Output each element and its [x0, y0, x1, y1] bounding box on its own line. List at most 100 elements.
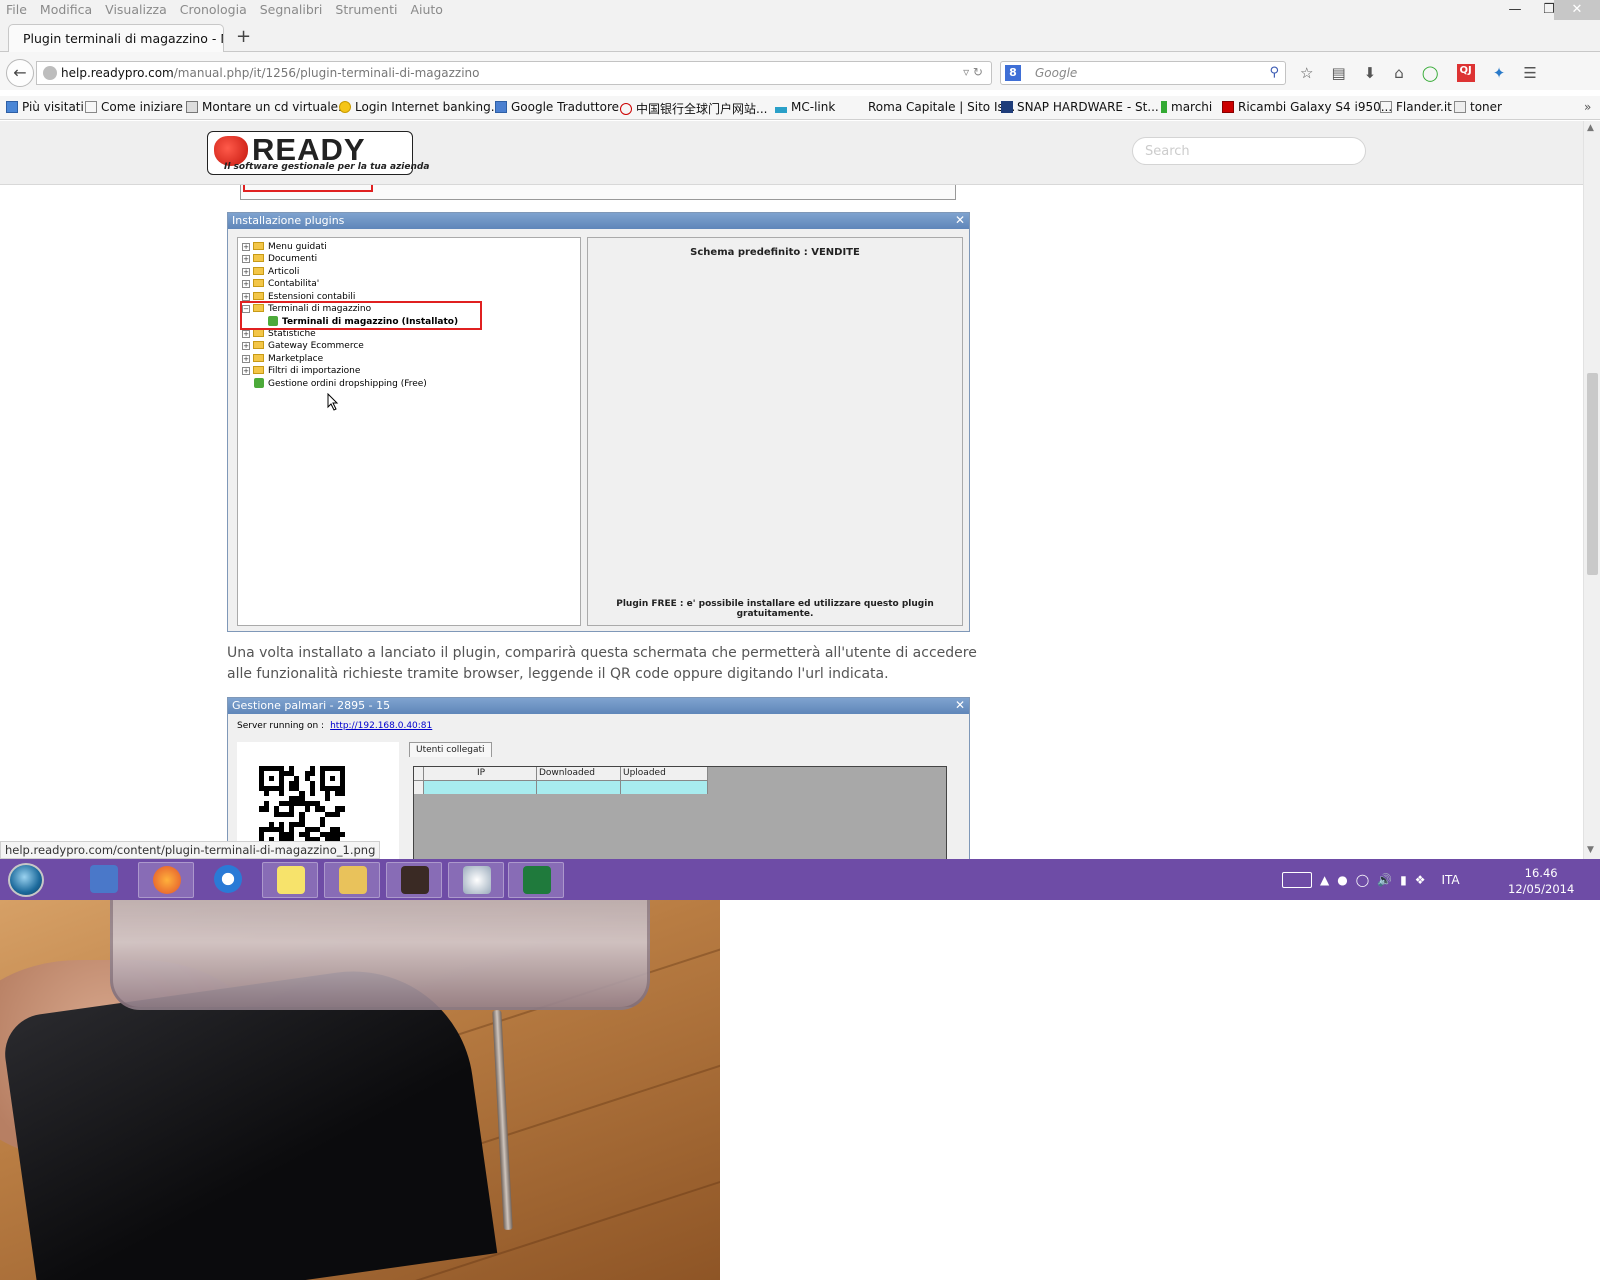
folder-icon — [253, 242, 264, 250]
column-header-downloaded[interactable]: Downloaded — [537, 767, 621, 780]
firefox-icon — [153, 866, 181, 894]
instruction-paragraph: Una volta installato a lanciato il plugi… — [227, 645, 977, 682]
system-clock[interactable]: 16.46 12/05/2014 — [1508, 865, 1574, 897]
close-window-button[interactable]: ✕ — [1554, 0, 1600, 20]
language-indicator[interactable]: ITA — [1441, 873, 1459, 887]
tree-node[interactable]: + Articoli — [242, 267, 299, 277]
network-icon[interactable]: ◯ — [1356, 873, 1369, 887]
green-circle-icon[interactable]: ◯ — [1422, 64, 1439, 82]
taskbar-app-excel[interactable] — [508, 862, 564, 898]
dialog-title: Installazione plugins ✕ — [228, 213, 969, 229]
column-header-ip[interactable]: IP — [424, 767, 537, 780]
url-bar[interactable]: help.readypro.com/manual.php/it/1256/plu… — [36, 61, 992, 85]
signal-icon[interactable]: ▮ — [1400, 873, 1407, 887]
bookmark-item[interactable]: Flander.it — [1380, 100, 1452, 114]
tab-utenti-collegati[interactable]: Utenti collegati — [409, 742, 492, 757]
ready-logo[interactable]: READY Il software gestionale per la tua … — [207, 131, 429, 175]
close-icon[interactable]: ✕ — [955, 213, 965, 227]
menu-segnalibri[interactable]: Segnalibri — [260, 2, 323, 17]
installazione-plugins-dialog: Installazione plugins ✕ + Menu guidati + D… — [227, 212, 970, 632]
search-bar[interactable]: 8 Google ⚲ — [1000, 61, 1286, 85]
bookmark-item[interactable]: Montare un cd virtuale... — [186, 100, 349, 114]
reading-list-icon[interactable]: ▤ — [1331, 64, 1345, 82]
bookmark-item[interactable]: MC-link — [775, 100, 835, 114]
taskbar-app-explorer[interactable] — [324, 862, 380, 898]
search-placeholder: Google — [1035, 66, 1078, 80]
tray-expand-icon[interactable]: ▲ — [1320, 873, 1329, 887]
bird-icon[interactable]: ✦ — [1493, 64, 1506, 82]
bookmark-item[interactable]: SNAP HARDWARE - St... — [1001, 100, 1159, 114]
tab-active[interactable]: Plugin terminali di magazzino - M... — [8, 24, 224, 53]
scroll-down-icon[interactable]: ▼ — [1587, 845, 1594, 855]
tree-node[interactable]: + Gateway Ecommerce — [242, 341, 364, 351]
menu-file[interactable]: File — [6, 2, 27, 17]
menu-cronologia[interactable]: Cronologia — [180, 2, 247, 17]
tree-node[interactable]: Gestione ordini dropshipping (Free) — [254, 378, 427, 389]
back-arrow-icon[interactable]: ← — [6, 59, 34, 87]
tree-node[interactable]: + Marketplace — [242, 354, 323, 364]
tree-node[interactable]: + Documenti — [242, 254, 317, 264]
taskbar-app-photo[interactable] — [386, 862, 442, 898]
folder-icon — [253, 292, 264, 300]
new-tab-icon[interactable]: + — [236, 26, 251, 47]
bookmark-item[interactable]: Più visitati — [6, 100, 84, 114]
download-icon[interactable]: ⬇ — [1364, 64, 1377, 82]
bookmarks-overflow-icon[interactable]: » — [1584, 100, 1591, 114]
keyboard-icon[interactable] — [1282, 871, 1312, 888]
close-icon[interactable]: ✕ — [955, 698, 965, 712]
folder-icon — [253, 279, 264, 287]
star-icon[interactable]: ☆ — [1300, 64, 1313, 82]
taskbar-app-remote-desktop[interactable] — [76, 862, 132, 898]
home-icon[interactable]: ⌂ — [1394, 64, 1404, 82]
tree-node[interactable]: + Contabilita' — [242, 279, 319, 289]
dropbox-icon[interactable]: ❖ — [1415, 873, 1426, 887]
tree-node[interactable]: + Filtri di importazione — [242, 366, 360, 376]
menu-visualizza[interactable]: Visualizza — [105, 2, 167, 17]
expand-icon: + — [242, 280, 250, 288]
bookmark-item[interactable]: Roma Capitale | Sito Is... — [868, 100, 1015, 114]
server-url-link[interactable]: http://192.168.0.40:81 — [330, 721, 432, 731]
menu-modifica[interactable]: Modifica — [40, 2, 92, 17]
search-icon[interactable]: ⚲ — [1269, 65, 1279, 80]
menu-strumenti[interactable]: Strumenti — [335, 2, 397, 17]
bookmark-item[interactable]: marchi — [1161, 100, 1212, 114]
reload-icon[interactable]: ▿ ↻ — [963, 65, 983, 79]
google-icon[interactable]: 8 — [1005, 65, 1021, 81]
sticky-notes-icon — [277, 866, 305, 894]
plugin-tree[interactable]: + Menu guidati + Documenti + Articoli + Cont… — [237, 237, 581, 626]
table-row[interactable] — [414, 781, 708, 794]
column-header-uploaded[interactable]: Uploaded — [621, 767, 708, 780]
taskbar-app-notes[interactable] — [262, 862, 318, 898]
volume-icon[interactable]: 🔊 — [1377, 873, 1392, 887]
scroll-up-icon[interactable]: ▲ — [1587, 123, 1594, 133]
logo-tagline: Il software gestionale per la tua aziend… — [224, 162, 430, 172]
qq-icon[interactable]: ● — [1337, 873, 1347, 887]
bookmark-item[interactable]: Come iniziare — [85, 100, 183, 114]
page-scrollbar[interactable]: ▲ ▼ — [1583, 121, 1600, 859]
site-search-input[interactable]: Search — [1132, 137, 1366, 165]
bookmark-item[interactable]: toner — [1454, 100, 1502, 114]
bookmark-item[interactable]: Login Internet banking... — [339, 100, 502, 114]
server-status: Server running on : http://192.168.0.40:8… — [237, 721, 433, 731]
qj-addon-icon[interactable]: QJ — [1456, 64, 1475, 82]
previous-screenshot-fragment — [240, 185, 956, 200]
taskbar-app-browser[interactable] — [200, 862, 256, 898]
scroll-thumb[interactable] — [1587, 373, 1598, 575]
taskbar-app-paint[interactable] — [448, 862, 504, 898]
start-button[interactable] — [8, 863, 44, 897]
excel-icon — [523, 866, 551, 894]
tree-node[interactable]: + Menu guidati — [242, 242, 327, 252]
mouse-cursor-icon — [327, 393, 339, 411]
bookmark-item[interactable]: Google Traduttore — [495, 100, 619, 114]
menu-aiuto[interactable]: Aiuto — [410, 2, 443, 17]
bookmark-item[interactable]: 中国银行全球门户网站... — [620, 100, 767, 117]
connected-users-grid[interactable]: IP Downloaded Uploaded — [413, 766, 947, 859]
taskbar-app-firefox[interactable] — [138, 862, 194, 898]
folder-icon — [253, 254, 264, 262]
tree-node[interactable]: + Statistiche — [242, 329, 316, 339]
folder-icon — [253, 341, 264, 349]
photo-viewer-icon — [401, 866, 429, 894]
hamburger-menu-icon[interactable]: ☰ — [1523, 64, 1536, 82]
bookmarks-bar: Più visitati Come iniziare Montare un cd… — [0, 96, 1600, 120]
bookmark-item[interactable]: Ricambi Galaxy S4 i950... — [1222, 100, 1392, 114]
